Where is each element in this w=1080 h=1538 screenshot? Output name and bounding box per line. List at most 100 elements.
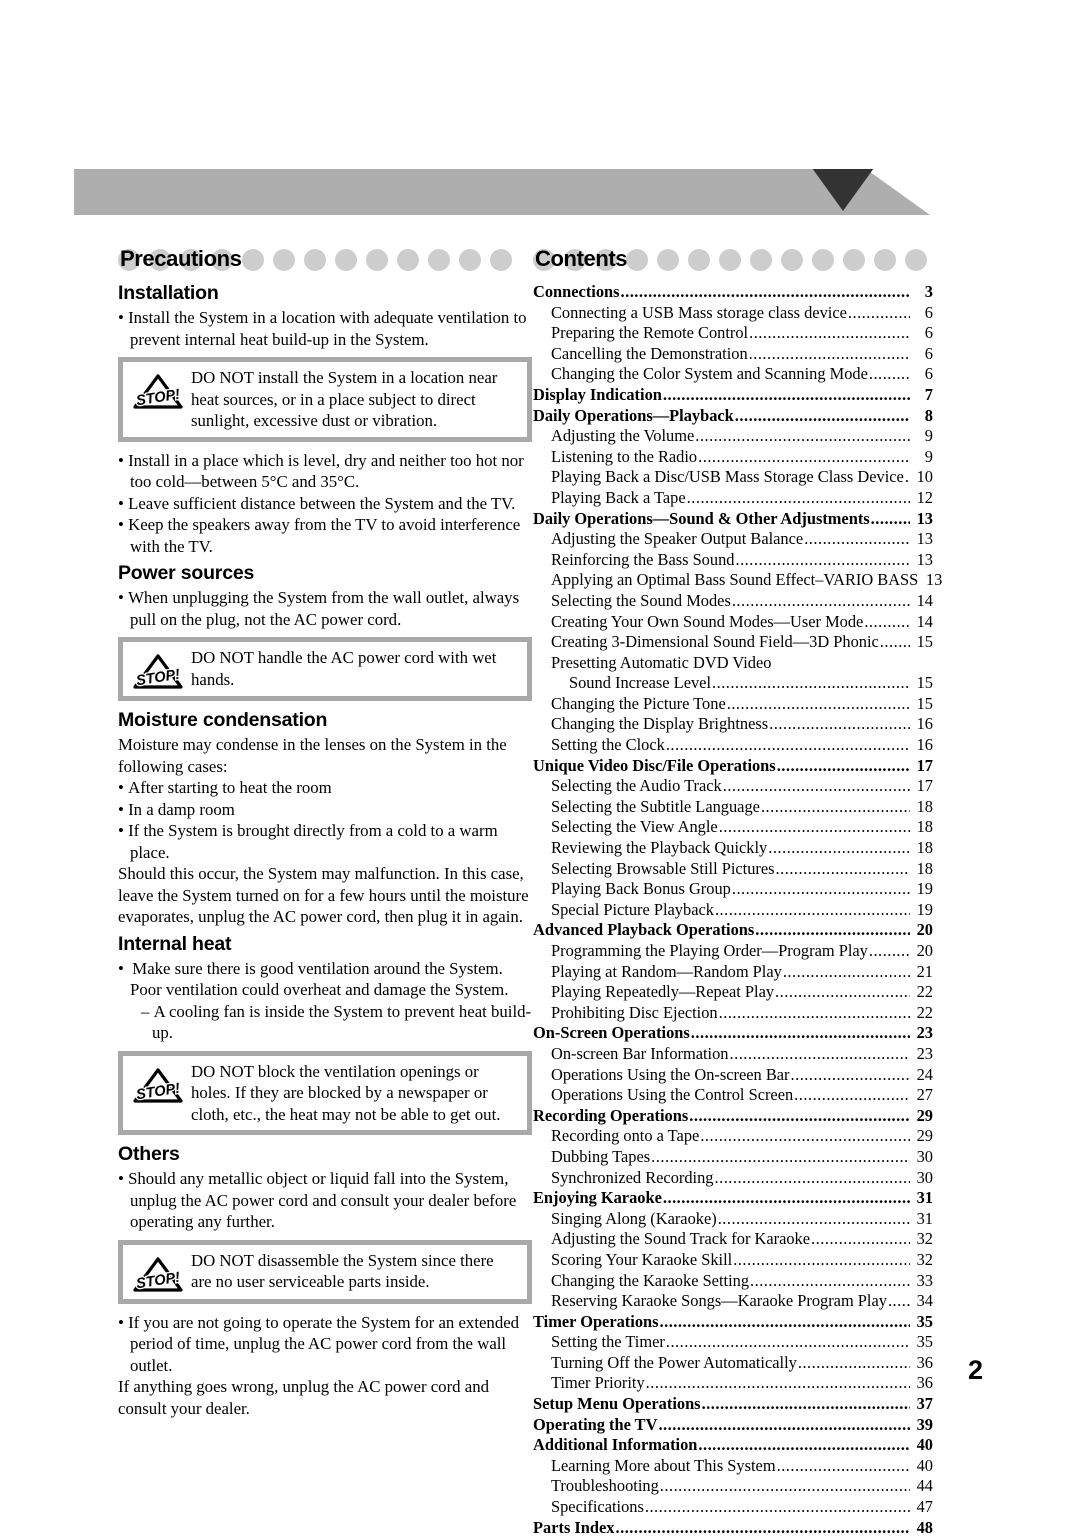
toc-entry[interactable]: Playing Back a Tape ....................…	[533, 488, 933, 509]
toc-entry-page: 22	[916, 1002, 933, 1022]
toc-entry[interactable]: On-screen Bar Information ..............…	[533, 1044, 933, 1065]
toc-leader-dots: ........................................…	[659, 1476, 910, 1496]
toc-entry[interactable]: Listening to the Radio .................…	[533, 447, 933, 468]
others-bullets-2: If you are not going to operate the Syst…	[118, 1312, 532, 1377]
toc-entry-page: 32	[916, 1249, 933, 1269]
toc-entry[interactable]: Sound Increase Level ...................…	[533, 673, 933, 694]
toc-entry[interactable]: Playing at Random—Random Play ..........…	[533, 962, 933, 983]
toc-entry-label: Creating 3-Dimensional Sound Field—3D Ph…	[551, 632, 879, 652]
toc-entry[interactable]: Daily Operations—Sound & Other Adjustmen…	[533, 509, 933, 530]
toc-entry[interactable]: Reviewing the Playback Quickly .........…	[533, 838, 933, 859]
toc-entry[interactable]: Specifications .........................…	[533, 1497, 933, 1518]
toc-entry[interactable]: Reinforcing the Bass Sound .............…	[533, 550, 933, 571]
toc-leader-dots: ........................................…	[651, 1146, 910, 1166]
list-item: In a damp room	[118, 799, 532, 821]
toc-entry[interactable]: Adjusting the Volume ...................…	[533, 426, 933, 447]
toc-entry[interactable]: Preparing the Remote Control ...........…	[533, 323, 933, 344]
decorative-dot	[812, 249, 834, 271]
toc-entry[interactable]: Operations Using the On-screen Bar .....…	[533, 1065, 933, 1086]
decorative-dot	[874, 249, 896, 271]
toc-entry-label: Daily Operations—Sound & Other Adjustmen…	[533, 508, 870, 528]
toc-entry-page: 18	[916, 817, 933, 837]
toc-entry-label: Selecting Browsable Still Pictures	[551, 858, 775, 878]
toc-entry[interactable]: On-Screen Operations ...................…	[533, 1023, 933, 1044]
toc-entry[interactable]: Playing Back Bonus Group ...............…	[533, 879, 933, 900]
toc-entry[interactable]: Setting the Timer ......................…	[533, 1332, 933, 1353]
toc-entry-label: Prohibiting Disc Ejection	[551, 1002, 718, 1022]
toc-entry[interactable]: Recording onto a Tape ..................…	[533, 1126, 933, 1147]
toc-entry[interactable]: Selecting the Subtitle Language ........…	[533, 797, 933, 818]
toc-entry[interactable]: Display Indication .....................…	[533, 385, 933, 406]
toc-entry[interactable]: Enjoying Karaoke .......................…	[533, 1188, 933, 1209]
toc-entry[interactable]: Changing the Color System and Scanning M…	[533, 364, 933, 385]
toc-entry[interactable]: Setting the Clock ......................…	[533, 735, 933, 756]
toc-entry[interactable]: Programming the Playing Order—Program Pl…	[533, 941, 933, 962]
toc-entry[interactable]: Singing Along (Karaoke) ................…	[533, 1209, 933, 1230]
toc-entry[interactable]: Unique Video Disc/File Operations ......…	[533, 756, 933, 777]
toc-entry-label: Selecting the View Angle	[551, 817, 718, 837]
toc-entry[interactable]: Operating the TV .......................…	[533, 1415, 933, 1436]
toc-entry[interactable]: Troubleshooting ........................…	[533, 1476, 933, 1497]
toc-entry-page: 13	[916, 549, 933, 569]
toc-entry-label: Daily Operations—Playback	[533, 405, 734, 425]
toc-entry[interactable]: Daily Operations—Playback ..............…	[533, 406, 933, 427]
decorative-dot	[459, 249, 481, 271]
toc-entry-label: Playing Back Bonus Group	[551, 879, 731, 899]
toc-entry[interactable]: Changing the Karaoke Setting ...........…	[533, 1271, 933, 1292]
toc-entry[interactable]: Cancelling the Demonstration ...........…	[533, 344, 933, 365]
toc-entry[interactable]: Changing the Picture Tone ..............…	[533, 694, 933, 715]
toc-entry[interactable]: Playing Back a Disc/USB Mass Storage Cla…	[533, 467, 933, 488]
power-sources-bullets: When unplugging the System from the wall…	[118, 587, 532, 630]
toc-entry[interactable]: Timer Operations .......................…	[533, 1312, 933, 1333]
toc-leader-dots: ........................................…	[714, 1167, 911, 1187]
heading-internal-heat: Internal heat	[118, 932, 232, 955]
toc-entry[interactable]: Recording Operations ...................…	[533, 1106, 933, 1127]
precautions-column: Precautions Installation Install the Sys…	[118, 246, 532, 1419]
toc-entry[interactable]: Additional Information .................…	[533, 1435, 933, 1456]
toc-entry[interactable]: Prohibiting Disc Ejection ..............…	[533, 1003, 933, 1024]
toc-leader-dots: ........................................…	[870, 508, 910, 528]
toc-entry[interactable]: Turning Off the Power Automatically ....…	[533, 1353, 933, 1374]
toc-entry[interactable]: Connecting a USB Mass storage class devi…	[533, 303, 933, 324]
toc-entry[interactable]: Creating 3-Dimensional Sound Field—3D Ph…	[533, 632, 933, 653]
toc-entry[interactable]: Setup Menu Operations ..................…	[533, 1394, 933, 1415]
toc-entry-label: Presetting Automatic DVD Video	[551, 652, 772, 672]
toc-entry[interactable]: Dubbing Tapes ..........................…	[533, 1147, 933, 1168]
toc-entry-page: 6	[924, 364, 933, 384]
toc-entry-label: Setting the Timer	[551, 1332, 665, 1352]
toc-entry[interactable]: Presetting Automatic DVD Video .........…	[533, 653, 933, 674]
toc-entry-page: 24	[916, 1064, 933, 1084]
toc-entry[interactable]: Advanced Playback Operations ...........…	[533, 920, 933, 941]
toc-leader-dots: ........................................…	[645, 1373, 910, 1393]
toc-entry[interactable]: Selecting the Sound Modes ..............…	[533, 591, 933, 612]
toc-entry[interactable]: Selecting the Audio Track ..............…	[533, 776, 933, 797]
toc-entry[interactable]: Applying an Optimal Bass Sound Effect–VA…	[533, 570, 942, 591]
toc-entry-label: Display Indication	[533, 384, 662, 404]
toc-entry[interactable]: Reserving Karaoke Songs—Karaoke Program …	[533, 1291, 933, 1312]
toc-entry[interactable]: Synchronized Recording .................…	[533, 1168, 933, 1189]
toc-entry-page: 6	[924, 302, 933, 322]
toc-entry[interactable]: Creating Your Own Sound Modes—User Mode …	[533, 612, 933, 633]
toc-entry-label: On-Screen Operations	[533, 1023, 690, 1043]
toc-leader-dots: ........................................…	[733, 1249, 910, 1269]
decorative-dot	[626, 249, 648, 271]
toc-entry[interactable]: Changing the Display Brightness ........…	[533, 714, 933, 735]
toc-entry[interactable]: Scoring Your Karaoke Skill .............…	[533, 1250, 933, 1271]
toc-leader-dots: ........................................…	[662, 384, 910, 404]
toc-entry[interactable]: Learning More about This System ........…	[533, 1456, 933, 1477]
toc-entry[interactable]: Adjusting the Speaker Output Balance ...…	[533, 529, 933, 550]
toc-entry-label: Applying an Optimal Bass Sound Effect–VA…	[551, 570, 919, 590]
stop-icon: STOP!	[127, 647, 189, 691]
toc-entry[interactable]: Connections ............................…	[533, 282, 933, 303]
toc-entry[interactable]: Operations Using the Control Screen ....…	[533, 1085, 933, 1106]
toc-entry[interactable]: Timer Priority .........................…	[533, 1373, 933, 1394]
toc-entry-page: 20	[916, 920, 933, 940]
toc-entry[interactable]: Selecting Browsable Still Pictures .....…	[533, 859, 933, 880]
toc-entry[interactable]: Adjusting the Sound Track for Karaoke ..…	[533, 1229, 933, 1250]
toc-leader-dots: ........................................…	[686, 487, 910, 507]
toc-entry[interactable]: Selecting the View Angle ...............…	[533, 817, 933, 838]
toc-entry-label: Dubbing Tapes	[551, 1146, 651, 1166]
toc-entry[interactable]: Playing Repeatedly—Repeat Play .........…	[533, 982, 933, 1003]
toc-entry[interactable]: Special Picture Playback ...............…	[533, 900, 933, 921]
toc-entry-page: 15	[916, 673, 933, 693]
